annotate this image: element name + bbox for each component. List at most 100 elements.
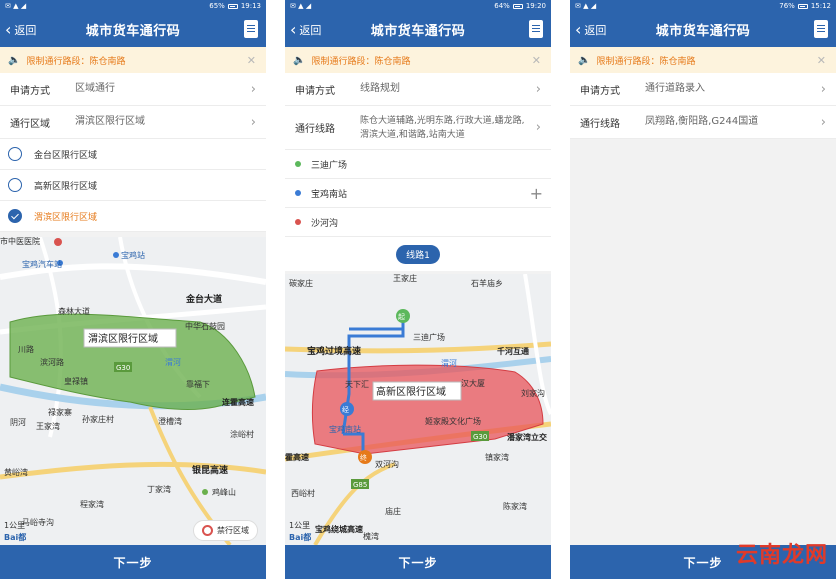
speaker-icon: 🔈 <box>8 54 21 66</box>
chevron-right-icon: › <box>820 114 826 130</box>
page-title: 城市货车通行码 <box>85 24 181 39</box>
radio-checked-icon <box>8 209 22 223</box>
highway-label: G30 <box>116 364 130 372</box>
banned-area-label: 禁行区域 <box>217 526 249 535</box>
document-icon[interactable] <box>244 20 258 38</box>
close-icon[interactable]: ✕ <box>247 54 256 67</box>
map-place-label: 宝鸡站 <box>121 250 145 260</box>
apply-method-value: 区域通行 <box>75 83 115 94</box>
status-bar: ✉ ▲ ◢ 65% 19:13 <box>0 0 266 12</box>
map-place-label: 皇禄镇 <box>64 376 88 386</box>
map-place-label: 金台大道 <box>185 293 222 305</box>
map-canvas: 市中医医院 宝鸡汽车站 宝鸡站 金台大道 森林大道 中华石鼓园 滨河路 川路 渭… <box>0 237 266 545</box>
phone-screen-route-mode: ✉ ▲ ◢ 64% 19:20 ‹ 返回 城市货车通行码 🔈 限制通行路段：陈仓南路… <box>285 0 551 579</box>
next-step-button[interactable]: 下一步 <box>0 545 266 579</box>
notice-text: 限制通行路段：陈仓南路 <box>596 56 696 67</box>
map-place-label: 阴河 <box>10 417 26 427</box>
chevron-right-icon: › <box>250 81 256 97</box>
back-button[interactable]: ‹ 返回 <box>5 12 36 47</box>
via-dot-icon <box>295 190 301 196</box>
document-icon[interactable] <box>529 20 543 38</box>
pass-area-label: 通行区域 <box>10 118 50 130</box>
route-tab[interactable]: 线路1 <box>396 244 440 264</box>
nav-bar: ‹ 返回 城市货车通行码 <box>570 12 836 47</box>
banned-area-button[interactable]: 禁行区域 <box>193 520 258 541</box>
battery-percent: 65% <box>209 2 225 10</box>
via-marker: 经 <box>342 405 349 414</box>
map-place-label: 三迪广场 <box>413 332 445 342</box>
map-place-label: 澄槽湾 <box>158 416 182 426</box>
back-label: 返回 <box>14 23 37 37</box>
stop-label: 三迪广场 <box>311 160 348 171</box>
map-view[interactable]: 起 经 终 王家庄 石羊庙乡 碳家庄 三迪广场 宝鸡过境高速 千河互通 渭河 天… <box>285 274 551 545</box>
apply-method-row[interactable]: 申请方式 线路规划 › <box>285 73 551 106</box>
notice-text: 限制通行路段：陈仓南路 <box>311 56 411 67</box>
map-place-label: 鸡峰山 <box>212 487 236 497</box>
map-place-label: 宝鸡南站 <box>329 424 361 434</box>
battery-icon <box>227 3 238 9</box>
back-button[interactable]: ‹ 返回 <box>575 12 606 47</box>
signal-icons: ✉ ▲ ◢ <box>575 2 597 10</box>
status-bar: ✉ ▲ ◢ 76% 15:12 <box>570 0 836 12</box>
chevron-right-icon: › <box>250 114 256 130</box>
restriction-notice: 🔈 限制通行路段：陈仓南路 ✕ <box>570 47 836 73</box>
map-place-label: 孙家庄村 <box>82 414 114 424</box>
map-place-label: 连霍高速 <box>222 397 254 407</box>
map-place-label: 森林大道 <box>58 306 90 316</box>
apply-method-row[interactable]: 申请方式 区域通行 › <box>0 73 266 106</box>
area-option-jintai[interactable]: 金台区限行区域 <box>0 139 266 170</box>
clock: 19:20 <box>525 2 546 10</box>
map-place-label: 姬家殿文化广场 <box>425 416 481 426</box>
chevron-left-icon: ‹ <box>290 19 297 39</box>
pass-route-label: 通行线路 <box>580 118 620 130</box>
radio-icon <box>8 147 22 161</box>
pass-area-row[interactable]: 通行区域 渭滨区限行区域 › <box>0 106 266 139</box>
end-dot-icon <box>295 219 301 225</box>
map-place-label: 市中医医院 <box>0 237 40 246</box>
zone-label: 高新区限行区域 <box>376 385 446 398</box>
area-option-weibin[interactable]: 渭滨区限行区域 <box>0 201 266 232</box>
speaker-icon: 🔈 <box>293 54 306 66</box>
signal-icons: ✉ ▲ ◢ <box>5 2 27 10</box>
map-place-label: 王家庄 <box>393 274 417 283</box>
battery-icon <box>797 3 808 9</box>
zone-label: 渭滨区限行区域 <box>88 332 158 345</box>
apply-method-label: 申请方式 <box>295 85 335 97</box>
speaker-icon: 🔈 <box>578 54 591 66</box>
map-view[interactable]: 市中医医院 宝鸡汽车站 宝鸡站 金台大道 森林大道 中华石鼓园 滨河路 川路 渭… <box>0 237 266 545</box>
map-place-label: 银昆高速 <box>192 464 228 476</box>
highway-label: G30 <box>473 433 487 441</box>
baidu-logo-icon: Bai都 <box>4 533 27 542</box>
phone-screen-road-entry-mode: ✉ ▲ ◢ 76% 15:12 ‹ 返回 城市货车通行码 🔈 限制通行路段：陈仓南路… <box>570 0 836 579</box>
route-stop-start[interactable]: 三迪广场 <box>285 150 551 179</box>
route-stop-via[interactable]: 宝鸡南站 + <box>285 179 551 208</box>
map-place-label: 川路 <box>18 344 34 354</box>
radio-icon <box>8 178 22 192</box>
pass-route-row[interactable]: 通行线路 凤翔路,衡阳路,G244国道 › <box>570 106 836 139</box>
clock: 19:13 <box>240 2 261 10</box>
back-label: 返回 <box>299 23 322 37</box>
area-option-gaoxin[interactable]: 高新区限行区域 <box>0 170 266 201</box>
map-place-label: 靠福下 <box>186 379 210 389</box>
map-place-label: 西峪村 <box>291 488 315 498</box>
map-place-label: 宝鸡汽车站 <box>22 259 62 269</box>
apply-method-row[interactable]: 申请方式 通行道路录入 › <box>570 73 836 106</box>
add-stop-icon[interactable]: + <box>530 179 543 208</box>
close-icon[interactable]: ✕ <box>817 54 826 67</box>
apply-method-label: 申请方式 <box>10 85 50 97</box>
close-icon[interactable]: ✕ <box>532 54 541 67</box>
map-place-label: 黄峪湾 <box>4 467 28 477</box>
map-place-label: 槐湾 <box>363 531 379 541</box>
map-scale: 1公里 <box>289 521 311 530</box>
start-dot-icon <box>295 161 301 167</box>
map-place-label: 中华石鼓园 <box>185 321 225 331</box>
document-icon[interactable] <box>814 20 828 38</box>
back-button[interactable]: ‹ 返回 <box>290 12 321 47</box>
pass-route-row[interactable]: 通行线路 陈仓大道辅路,光明东路,行政大道,蟠龙路,渭滨大道,和谐路,站南大道 … <box>285 106 551 150</box>
route-stop-end[interactable]: 沙河沟 <box>285 208 551 237</box>
map-place-label: 渭河 <box>165 357 181 367</box>
next-step-button[interactable]: 下一步 <box>285 545 551 579</box>
map-place-label: 潘家湾立交 <box>507 432 547 442</box>
map-place-label: 霍高速 <box>285 452 309 462</box>
pass-route-label: 通行线路 <box>295 124 335 135</box>
